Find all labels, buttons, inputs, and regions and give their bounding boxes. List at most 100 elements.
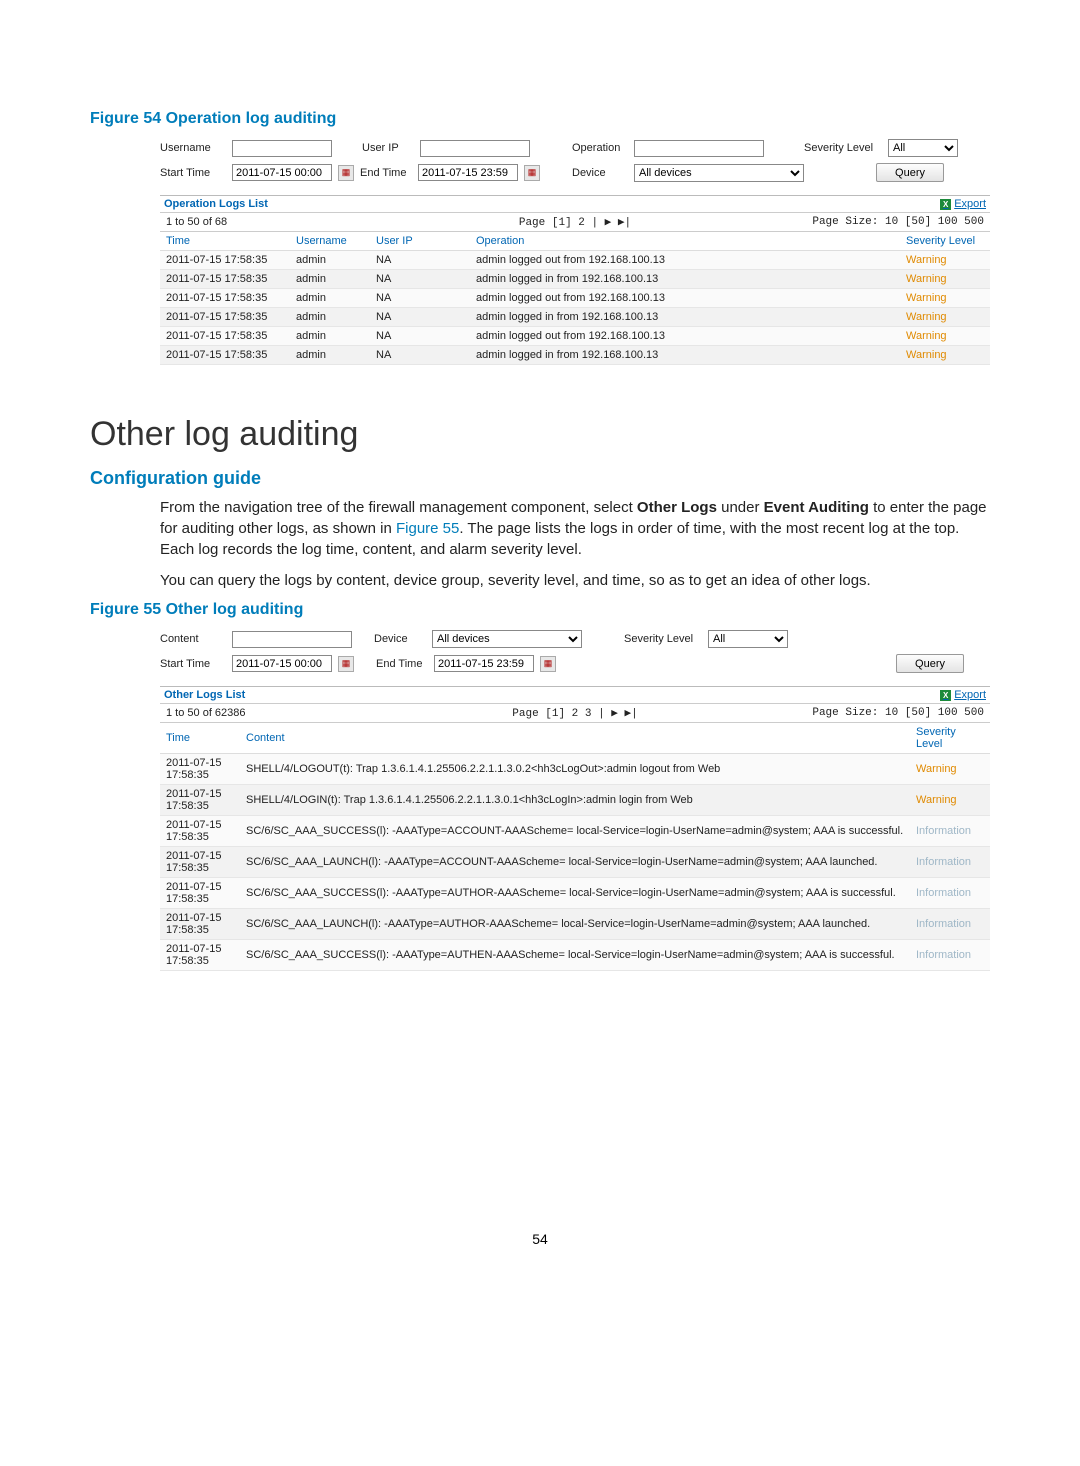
cell-severity: Information [910, 847, 990, 878]
body-paragraph-1: From the navigation tree of the firewall… [160, 497, 990, 560]
query-button[interactable]: Query [896, 654, 964, 673]
cell-username: admin [290, 289, 370, 308]
userip-input[interactable] [420, 140, 530, 157]
userip-label: User IP [362, 142, 414, 154]
calendar-icon[interactable]: ▦ [524, 165, 540, 181]
col-username[interactable]: Username [290, 232, 370, 251]
severity-select[interactable]: All [888, 139, 958, 157]
cell-time: 2011-07-15 17:58:35 [160, 816, 240, 847]
pager-pages[interactable]: Page [1] 2 3 | ▶ ▶| [512, 706, 637, 720]
starttime-input[interactable] [232, 655, 332, 672]
op-list-header: Operation Logs List X Export [160, 195, 990, 213]
cell-time: 2011-07-15 17:58:35 [160, 270, 290, 289]
endtime-label: End Time [376, 658, 428, 670]
export-label: Export [954, 198, 986, 210]
cell-severity: Warning [900, 251, 990, 270]
pager-size[interactable]: Page Size: 10 [50] 100 500 [812, 707, 984, 719]
cell-username: admin [290, 270, 370, 289]
cell-username: admin [290, 251, 370, 270]
endtime-input[interactable] [418, 164, 518, 181]
calendar-icon[interactable]: ▦ [338, 165, 354, 181]
cell-content: SC/6/SC_AAA_SUCCESS(l): -AAAType=ACCOUNT… [240, 816, 910, 847]
calendar-icon[interactable]: ▦ [540, 656, 556, 672]
query-button[interactable]: Query [876, 163, 944, 182]
cell-content: SC/6/SC_AAA_SUCCESS(l): -AAAType=AUTHEN-… [240, 940, 910, 971]
device-select[interactable]: All devices [634, 164, 804, 182]
cell-content: SC/6/SC_AAA_LAUNCH(l): -AAAType=ACCOUNT-… [240, 847, 910, 878]
cell-severity: Information [910, 909, 990, 940]
cell-time: 2011-07-15 17:58:35 [160, 909, 240, 940]
section-title: Other log auditing [90, 415, 990, 454]
export-link[interactable]: X Export [940, 689, 986, 701]
cell-time: 2011-07-15 17:58:35 [160, 940, 240, 971]
export-icon: X [940, 690, 951, 701]
cell-username: admin [290, 327, 370, 346]
op-pager: 1 to 50 of 68 Page [1] 2 | ▶ ▶| Page Siz… [160, 213, 990, 232]
severity-label: Severity Level [804, 142, 882, 154]
cell-operation: admin logged out from 192.168.100.13 [470, 327, 900, 346]
cell-severity: Warning [900, 308, 990, 327]
table-row: 2011-07-15 17:58:35adminNAadmin logged o… [160, 289, 990, 308]
pager-range: 1 to 50 of 62386 [166, 707, 246, 719]
pager-range: 1 to 50 of 68 [166, 216, 227, 228]
col-content[interactable]: Content [240, 723, 910, 754]
col-userip[interactable]: User IP [370, 232, 470, 251]
table-row: 2011-07-15 17:58:35SC/6/SC_AAA_SUCCESS(l… [160, 816, 990, 847]
cell-time: 2011-07-15 17:58:35 [160, 327, 290, 346]
cell-severity: Warning [900, 346, 990, 365]
cell-userip: NA [370, 327, 470, 346]
figure-link[interactable]: Figure 55 [396, 520, 459, 537]
table-row: 2011-07-15 17:58:35adminNAadmin logged i… [160, 308, 990, 327]
username-input[interactable] [232, 140, 332, 157]
col-severity[interactable]: Severity Level [900, 232, 990, 251]
pager-size[interactable]: Page Size: 10 [50] 100 500 [812, 216, 984, 228]
severity-label: Severity Level [624, 633, 702, 645]
device-label: Device [374, 633, 426, 645]
cell-severity: Warning [900, 289, 990, 308]
col-time[interactable]: Time [160, 723, 240, 754]
endtime-input[interactable] [434, 655, 534, 672]
cell-severity: Information [910, 940, 990, 971]
cell-severity: Warning [900, 270, 990, 289]
col-operation[interactable]: Operation [470, 232, 900, 251]
pager-pages[interactable]: Page [1] 2 | ▶ ▶| [519, 215, 631, 229]
cell-time: 2011-07-15 17:58:35 [160, 308, 290, 327]
table-row: 2011-07-15 17:58:35adminNAadmin logged i… [160, 270, 990, 289]
filter-row-1: Username User IP Operation Severity Leve… [160, 136, 990, 160]
table-row: 2011-07-15 17:58:35adminNAadmin logged o… [160, 327, 990, 346]
cell-userip: NA [370, 251, 470, 270]
text-bold: Other Logs [637, 499, 717, 516]
other-pager: 1 to 50 of 62386 Page [1] 2 3 | ▶ ▶| Pag… [160, 704, 990, 723]
subsection-title: Configuration guide [90, 468, 990, 489]
starttime-input[interactable] [232, 164, 332, 181]
op-log-table: Time Username User IP Operation Severity… [160, 232, 990, 365]
figure-54-box: Username User IP Operation Severity Leve… [160, 136, 990, 365]
figure-55-box: Content Device All devices Severity Leve… [160, 627, 990, 971]
operation-input[interactable] [634, 140, 764, 157]
cell-severity: Information [910, 878, 990, 909]
device-select[interactable]: All devices [432, 630, 582, 648]
table-row: 2011-07-15 17:58:35adminNAadmin logged o… [160, 251, 990, 270]
op-list-title: Operation Logs List [164, 198, 268, 210]
cell-content: SC/6/SC_AAA_SUCCESS(l): -AAAType=AUTHOR-… [240, 878, 910, 909]
calendar-icon[interactable]: ▦ [338, 656, 354, 672]
text: under [717, 499, 764, 516]
severity-select[interactable]: All [708, 630, 788, 648]
export-link[interactable]: X Export [940, 198, 986, 210]
figure-54-caption: Figure 54 Operation log auditing [90, 110, 990, 128]
device-label: Device [572, 167, 628, 179]
endtime-label: End Time [360, 167, 412, 179]
cell-username: admin [290, 346, 370, 365]
cell-time: 2011-07-15 17:58:35 [160, 251, 290, 270]
cell-userip: NA [370, 308, 470, 327]
content-input[interactable] [232, 631, 352, 648]
filter-row-1b: Content Device All devices Severity Leve… [160, 627, 990, 651]
cell-operation: admin logged out from 192.168.100.13 [470, 251, 900, 270]
cell-time: 2011-07-15 17:58:35 [160, 847, 240, 878]
cell-operation: admin logged out from 192.168.100.13 [470, 289, 900, 308]
col-severity[interactable]: Severity Level [910, 723, 990, 754]
col-time[interactable]: Time [160, 232, 290, 251]
other-list-header: Other Logs List X Export [160, 686, 990, 704]
cell-time: 2011-07-15 17:58:35 [160, 289, 290, 308]
starttime-label: Start Time [160, 167, 226, 179]
